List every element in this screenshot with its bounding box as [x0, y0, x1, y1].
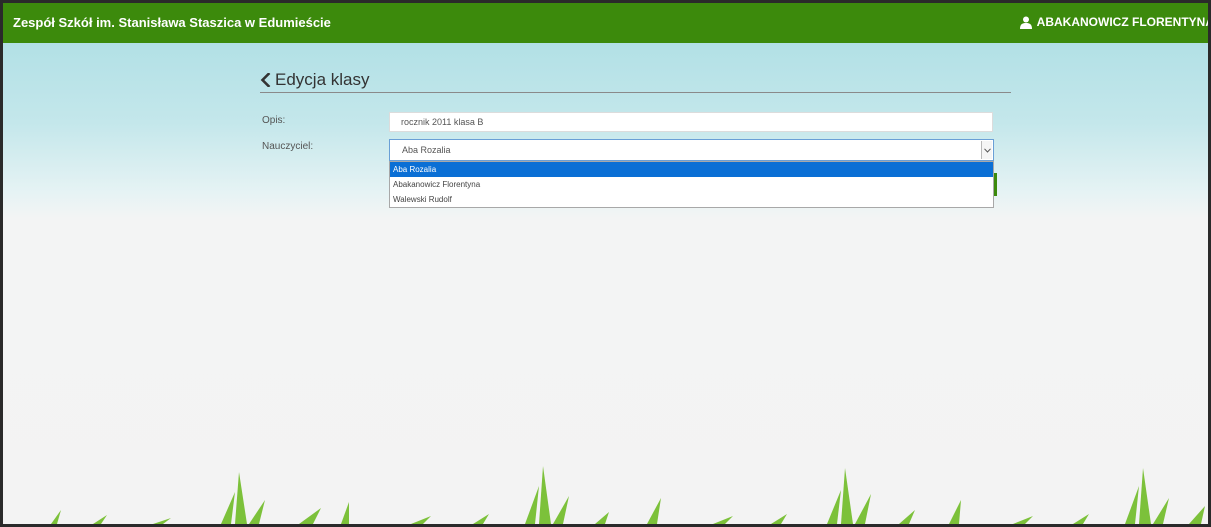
- nauczyciel-selected-value: Aba Rozalia: [402, 145, 451, 155]
- top-bar: Zespół Szkół im. Stanisława Staszica w E…: [3, 3, 1208, 43]
- app-window: Zespół Szkół im. Stanisława Staszica w E…: [0, 0, 1211, 527]
- nauczyciel-label: Nauczyciel:: [262, 141, 314, 152]
- user-name: ABAKANOWICZ FLORENTYNA: [1036, 15, 1211, 29]
- chevron-down-icon[interactable]: [981, 141, 992, 159]
- back-link[interactable]: Edycja klasy: [260, 70, 369, 90]
- page-title: Edycja klasy: [275, 70, 370, 89]
- school-name[interactable]: Zespół Szkół im. Stanisława Staszica w E…: [13, 15, 331, 30]
- nauczyciel-select[interactable]: Aba Rozalia: [389, 139, 994, 161]
- dropdown-option[interactable]: Walewski Rudolf: [390, 192, 993, 207]
- grass-decoration: [51, 466, 1205, 524]
- dropdown-option[interactable]: Aba Rozalia: [390, 162, 993, 177]
- chevron-left-icon: [260, 73, 271, 87]
- opis-label: Opis:: [262, 115, 286, 126]
- user-menu[interactable]: ABAKANOWICZ FLORENTYNA: [1019, 15, 1211, 29]
- title-divider: [260, 92, 1011, 93]
- dropdown-option[interactable]: Abakanowicz Florentyna: [390, 177, 993, 192]
- nauczyciel-dropdown-list: Aba Rozalia Abakanowicz Florentyna Walew…: [389, 161, 994, 208]
- opis-input[interactable]: rocznik 2011 klasa B: [389, 112, 993, 132]
- main-content: Edycja klasy Opis: rocznik 2011 klasa B …: [3, 43, 1208, 524]
- user-icon: [1019, 16, 1032, 29]
